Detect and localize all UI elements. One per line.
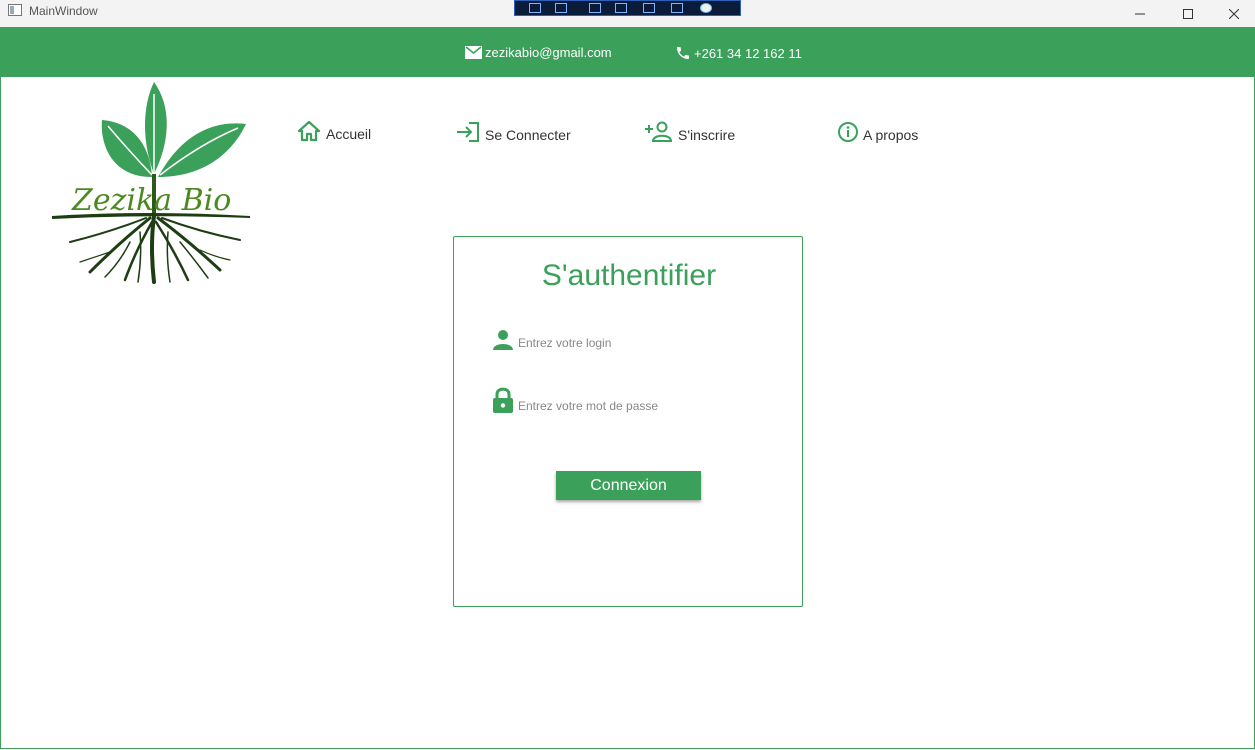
login-input[interactable] xyxy=(518,336,718,351)
title-bar: MainWindow xyxy=(0,0,1255,27)
add-user-icon xyxy=(645,121,673,142)
nav-label: S'inscrire xyxy=(678,127,736,143)
info-icon xyxy=(838,122,858,142)
password-input[interactable] xyxy=(518,399,718,414)
nav-se-connecter[interactable]: Se Connecter xyxy=(455,121,571,143)
connexion-button[interactable]: Connexion xyxy=(556,471,701,500)
maximize-button[interactable] xyxy=(1165,0,1211,27)
contact-email: zezikabio@gmail.com xyxy=(465,45,612,60)
contact-phone: +261 34 12 162 11 xyxy=(675,45,802,61)
login-field xyxy=(492,329,718,351)
check-icon[interactable] xyxy=(700,3,712,13)
close-button[interactable] xyxy=(1211,0,1255,27)
nav-label: A propos xyxy=(863,127,919,143)
app-window-icon xyxy=(8,4,22,16)
zezika-bio-logo: Zezika Bio xyxy=(52,82,250,284)
contact-header: zezikabio@gmail.com +261 34 12 162 11 xyxy=(0,27,1255,77)
email-text: zezikabio@gmail.com xyxy=(485,45,612,60)
mail-icon xyxy=(465,46,482,59)
nav-label: Se Connecter xyxy=(485,127,571,143)
nav-a-propos[interactable]: A propos xyxy=(837,121,918,143)
select-element-icon[interactable] xyxy=(529,3,541,13)
nav-sinscrire[interactable]: S'inscrire xyxy=(644,121,735,143)
login-icon xyxy=(457,122,479,142)
phone-text: +261 34 12 162 11 xyxy=(694,45,802,61)
password-field xyxy=(492,387,718,414)
window-title: MainWindow xyxy=(29,4,98,18)
nav-accueil[interactable]: Accueil xyxy=(296,120,371,142)
pointer-icon[interactable] xyxy=(589,3,601,13)
phone-icon xyxy=(677,47,689,59)
frame-icon[interactable] xyxy=(615,3,627,13)
login-card: S'authentifier Connexion xyxy=(453,236,803,607)
user-icon xyxy=(493,330,513,350)
minimize-button[interactable] xyxy=(1117,0,1163,27)
nav-label: Accueil xyxy=(326,126,372,142)
hot-reload-icon[interactable] xyxy=(671,3,683,13)
lock-icon xyxy=(493,387,513,413)
track-focus-icon[interactable] xyxy=(643,3,655,13)
home-icon xyxy=(297,120,321,142)
login-title: S'authentifier xyxy=(541,259,717,292)
record-icon[interactable] xyxy=(555,3,567,13)
debug-toolbar[interactable] xyxy=(514,0,741,16)
logo-text: Zezika Bio xyxy=(71,183,231,218)
